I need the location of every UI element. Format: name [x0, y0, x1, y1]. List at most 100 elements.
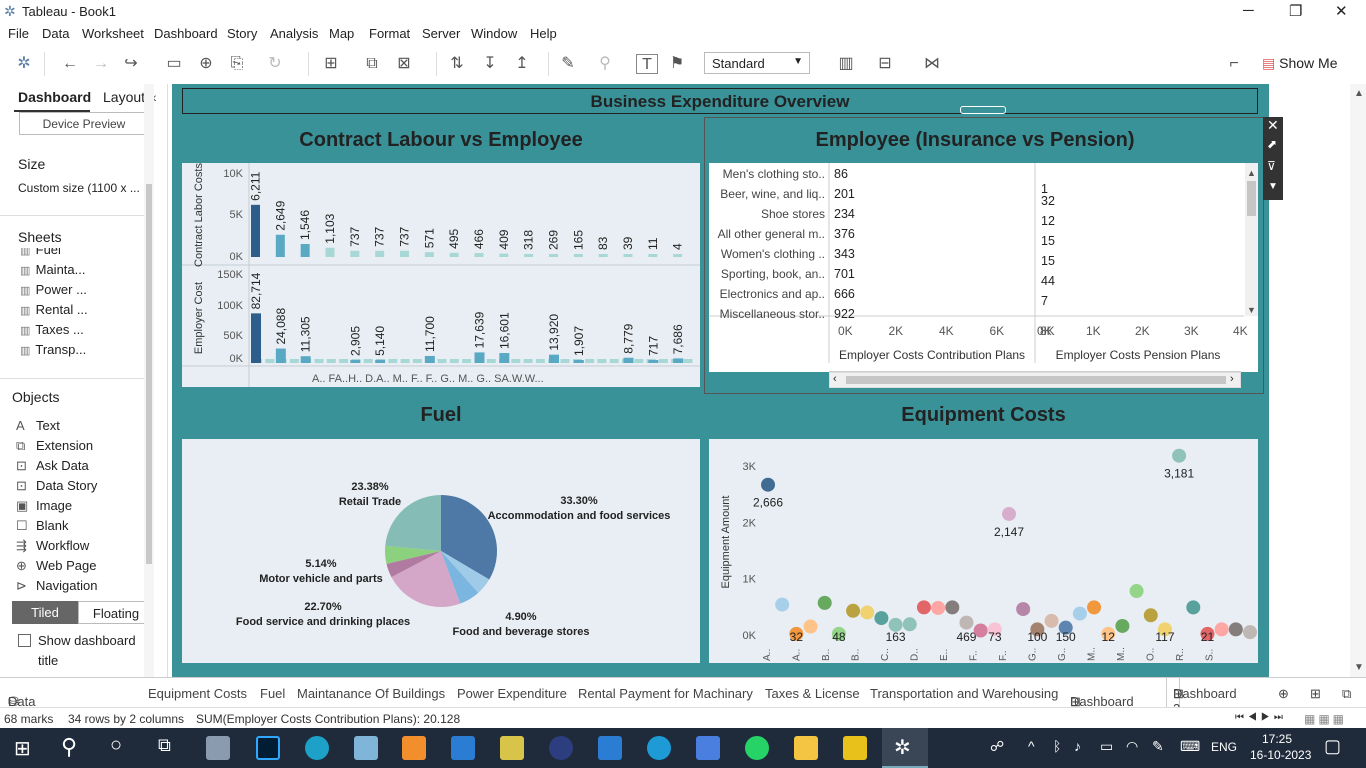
new-sheet-icon[interactable]: ⊕ [1278, 686, 1289, 702]
object-workflow[interactable]: ⇶ Workflow [16, 538, 89, 554]
sublime-icon[interactable] [402, 736, 426, 760]
view-mode-icon[interactable]: ▦▦▦ [1304, 712, 1347, 726]
restore-icon[interactable]: ❐ [1289, 2, 1302, 20]
dashboard-scrollbar[interactable]: ▲ ▼ [1350, 84, 1366, 677]
object-data-story[interactable]: ⊡ Data Story [16, 478, 97, 494]
size-select[interactable]: Custom size (1100 x ... [18, 181, 140, 195]
group-icon[interactable]: ⚲ [594, 54, 616, 74]
object-ask-data[interactable]: ⊡ Ask Data [16, 458, 89, 474]
presentation-icon[interactable]: ⊟ [874, 54, 896, 74]
language-indicator[interactable]: ENG [1211, 740, 1237, 754]
left-scroll-thumb[interactable] [146, 184, 152, 564]
clock-date[interactable]: 16-10-2023 [1250, 748, 1311, 762]
menu-file[interactable]: File [8, 26, 29, 41]
tab-equipment-costs[interactable]: Equipment Costs [148, 686, 247, 701]
object-web-page[interactable]: ⊕ Web Page [16, 558, 96, 574]
object-extension[interactable]: ⧉ Extension [16, 438, 93, 454]
undo-icon[interactable]: ← [59, 54, 81, 74]
tableau-taskbar-button[interactable]: ✲ [882, 728, 928, 768]
tray-chevron-icon[interactable]: ^ [1028, 738, 1035, 754]
save-icon[interactable]: ▭ [163, 54, 185, 74]
edge-icon[interactable] [647, 736, 671, 760]
scroll-right-icon[interactable]: › [1230, 373, 1234, 385]
menu-help[interactable]: Help [530, 26, 557, 41]
share-icon[interactable]: ⋈ [921, 54, 943, 74]
battery-icon[interactable]: ▭ [1100, 738, 1113, 755]
menu-format[interactable]: Format [369, 26, 410, 41]
camera-app-icon[interactable] [206, 736, 230, 760]
new-story-icon[interactable]: ⧉ [1342, 686, 1351, 702]
replay-icon[interactable]: ↪ [120, 54, 142, 74]
sheet-item-maintenance[interactable]: ▥ Mainta... [20, 262, 85, 277]
object-image[interactable]: ▣ Image [16, 498, 72, 514]
tab-taxes[interactable]: Taxes & License [765, 686, 860, 701]
people-icon[interactable]: ☍ [990, 738, 1004, 755]
fit-select[interactable]: Standard ▼ [704, 52, 810, 74]
sheet-item-rental[interactable]: ▥ Rental ... [20, 302, 88, 317]
employee-h-scrollbar[interactable]: ‹ › [829, 372, 1241, 388]
highlight-icon[interactable]: ✎ [557, 54, 579, 74]
volume-icon[interactable]: ♪ [1074, 738, 1081, 754]
page-nav-icon[interactable]: ⏮◀▶⏭ [1235, 712, 1287, 723]
tab-maintenance[interactable]: Maintanance Of Buildings [297, 686, 445, 701]
pdf-app-icon[interactable] [843, 736, 867, 760]
tab-dashboard[interactable]: Dashboard [18, 89, 91, 105]
scroll-up-icon[interactable]: ▲ [1354, 88, 1364, 99]
sort-asc-icon[interactable]: ↧ [479, 54, 501, 74]
pen-icon[interactable]: ✎ [1152, 738, 1164, 755]
bluetooth-icon[interactable]: ᛒ [1053, 738, 1061, 754]
cortana-icon[interactable]: ○ [110, 734, 122, 757]
translate-icon[interactable] [696, 736, 720, 760]
vscode-icon[interactable] [451, 736, 475, 760]
format-painter-icon[interactable]: ⌐ [1223, 54, 1245, 74]
minimize-icon[interactable]: ─ [1243, 2, 1254, 19]
eclipse-icon[interactable] [549, 736, 573, 760]
new-datasource-icon[interactable]: ⊕ [195, 54, 217, 74]
windows-start-icon[interactable]: ⊞ [14, 736, 31, 761]
file-explorer-icon[interactable] [794, 736, 818, 760]
pin-icon[interactable]: ⚑ [666, 54, 688, 74]
python-icon[interactable] [500, 736, 524, 760]
tab-rental[interactable]: Rental Payment for Machinary [578, 686, 753, 701]
show-me-button[interactable]: ▤ Show Me [1262, 55, 1337, 72]
h-scroll-thumb[interactable] [846, 376, 1226, 384]
sheet-item-taxes[interactable]: ▥ Taxes ... [20, 322, 84, 337]
object-navigation[interactable]: ⊳ Navigation [16, 578, 97, 594]
task-view-icon[interactable]: ⧉ [158, 735, 171, 756]
clear-sheet-icon[interactable]: ⊠ [393, 54, 415, 74]
tab-fuel[interactable]: Fuel [260, 686, 285, 701]
remove-icon[interactable]: ✕ [1267, 117, 1279, 134]
keyboard-icon[interactable]: ⌨ [1180, 738, 1200, 755]
tab-power[interactable]: Power Expenditure [457, 686, 567, 701]
show-labels-icon[interactable]: T [636, 54, 658, 74]
whatsapp-icon[interactable] [745, 736, 769, 760]
sheet-item-fuel[interactable]: ▥ Fuel [20, 248, 61, 257]
tiled-toggle[interactable]: Tiled [12, 601, 78, 624]
tab-transportation[interactable]: Transportation and Warehousing [870, 686, 1058, 701]
cards-icon[interactable]: ▥ [835, 54, 857, 74]
sheet-item-transport[interactable]: ▥ Transp... [20, 342, 86, 357]
sheet-item-power[interactable]: ▥ Power ... [20, 282, 87, 297]
redo-icon[interactable]: → [90, 54, 112, 74]
swap-icon[interactable]: ⇅ [446, 54, 468, 74]
drag-handle[interactable] [960, 106, 1006, 114]
tab-dashboard-2[interactable]: ⊞ Dashboard 2 [1166, 678, 1237, 716]
more-options-icon[interactable]: ▼ [1268, 181, 1278, 192]
scroll-down-icon[interactable]: ▼ [1354, 662, 1364, 673]
menu-analysis[interactable]: Analysis [270, 26, 318, 41]
object-text[interactable]: A Text [16, 418, 60, 433]
menu-worksheet[interactable]: Worksheet [82, 26, 144, 41]
menu-window[interactable]: Window [471, 26, 517, 41]
filter-icon[interactable]: ⊽ [1267, 159, 1276, 173]
pause-updates-icon[interactable]: ⎘ [226, 54, 248, 74]
new-dashboard-icon[interactable]: ⊞ [1310, 686, 1321, 702]
browser-app-icon[interactable] [305, 736, 329, 760]
object-blank[interactable]: ☐ Blank [16, 518, 69, 534]
show-title-checkbox[interactable] [18, 634, 31, 647]
device-preview-button[interactable]: Device Preview [19, 112, 149, 135]
wifi-icon[interactable]: ◠ [1126, 738, 1138, 755]
menu-dashboard[interactable]: Dashboard [154, 26, 218, 41]
scroll-left-icon[interactable]: ‹ [833, 373, 837, 385]
menu-data[interactable]: Data [42, 26, 69, 41]
duplicate-icon[interactable]: ⧉ [361, 54, 383, 74]
